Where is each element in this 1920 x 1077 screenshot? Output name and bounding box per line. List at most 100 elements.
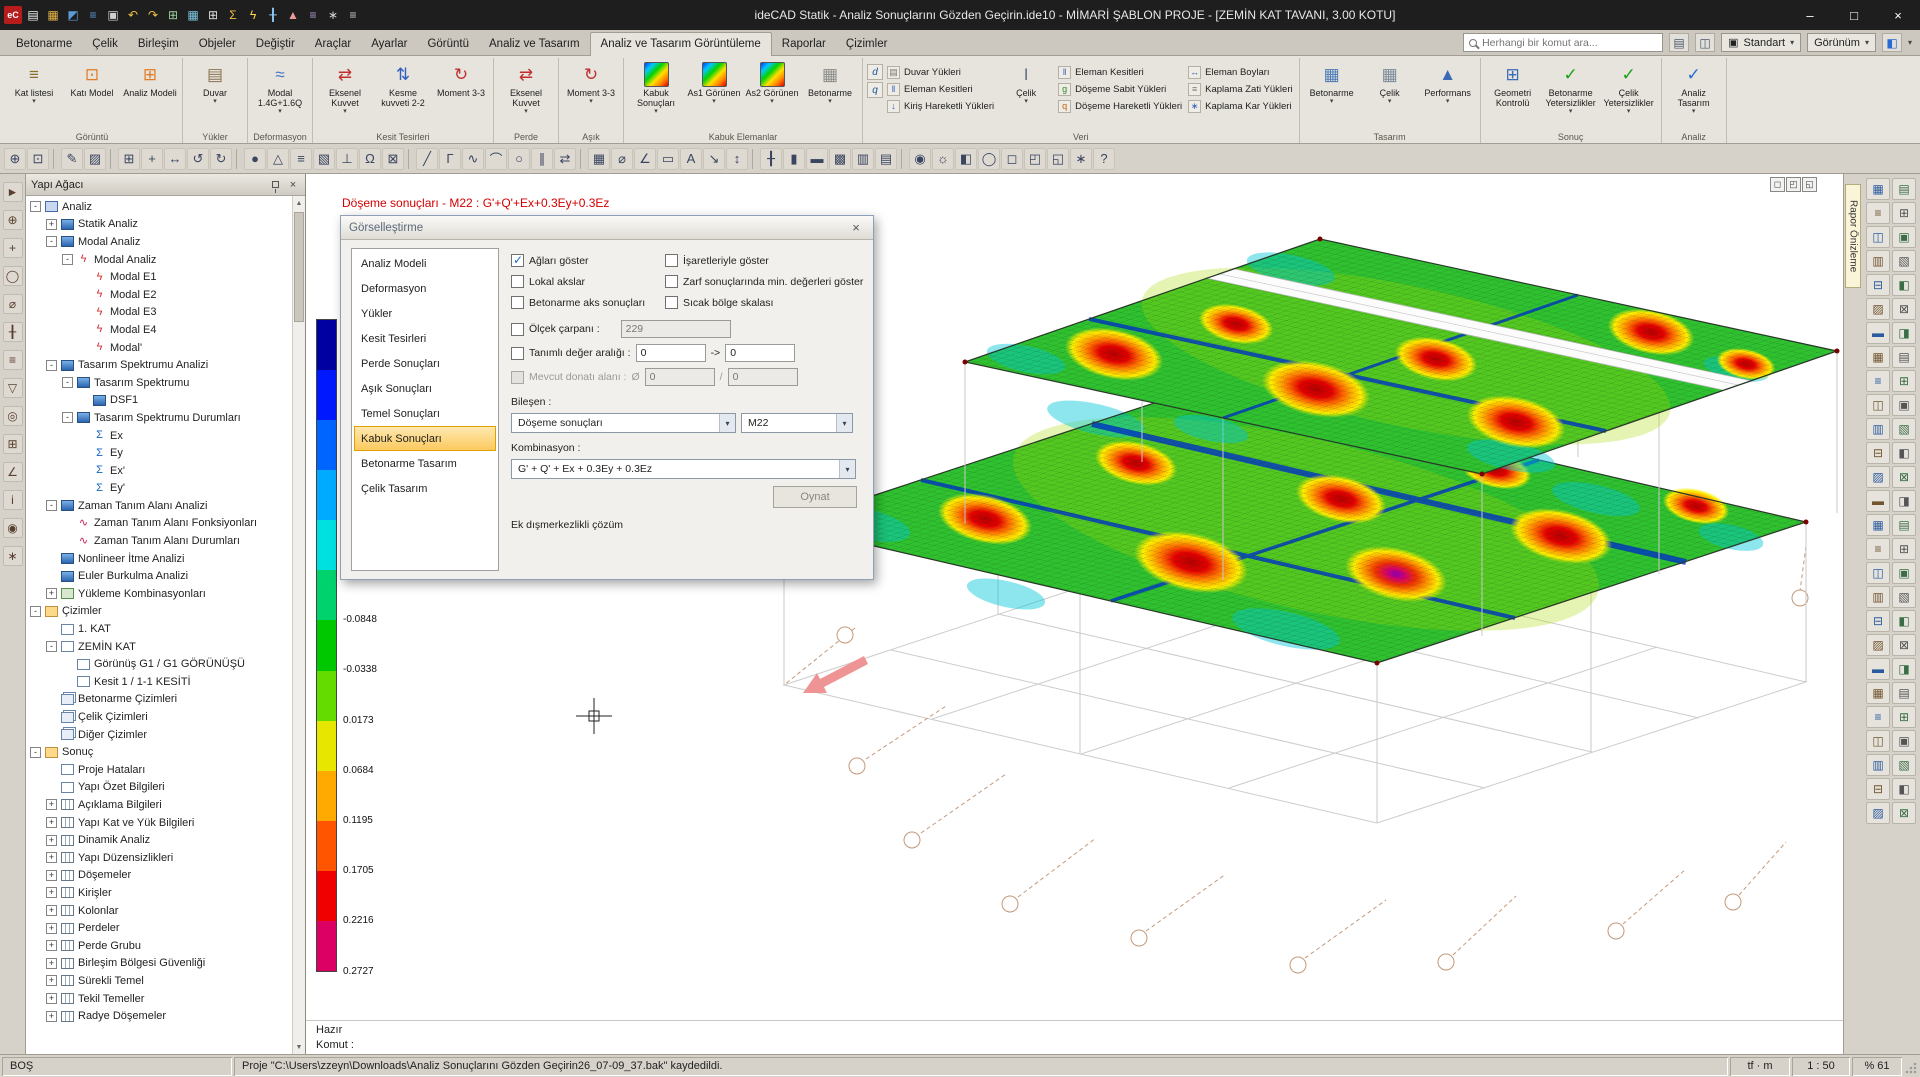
settings-icon[interactable]: ∗ [324,6,342,24]
ribbon-button-kat-listesi[interactable]: ≡Kat listesi▾ [6,59,62,105]
open-file-icon[interactable]: ▦ [44,6,62,24]
right-panel-icon-13[interactable]: ▬ [1866,322,1890,344]
right-panel-icon-8[interactable]: ▧ [1892,250,1916,272]
right-panel-icon-49[interactable]: ▥ [1866,754,1890,776]
data-item-duvar-y-kleri[interactable]: ▤Duvar Yükleri [887,64,994,80]
node-icon[interactable]: ● [244,148,266,170]
tab-objeler[interactable]: Objeler [189,33,246,55]
right-panel-icon-24[interactable]: ◧ [1892,442,1916,464]
tree-item-ey[interactable]: ΣEy' [26,480,305,498]
tree-item-modal-e1[interactable]: ϟModal E1 [26,268,305,286]
tree-item-tasar-m-spektrumu-analizi[interactable]: -Tasarım Spektrumu Analizi [26,356,305,374]
standart-select[interactable]: ▣ Standart ▾ [1721,33,1801,52]
tree-expander[interactable]: + [46,1011,57,1022]
checkbox-betonarme-aks-sonu-lar[interactable] [511,296,524,309]
grid-toggle-icon[interactable]: ⊞ [3,434,23,454]
leader-icon[interactable]: ↘ [703,148,725,170]
report-preview-tab[interactable]: Rapor Önizleme [1845,184,1861,288]
tree-item-a-klama-bilgileri[interactable]: +Açıklama Bilgileri [26,796,305,814]
area-icon[interactable]: ▭ [657,148,679,170]
dialog-list-item-betonarme-tasar-m[interactable]: Betonarme Tasarım [354,451,496,476]
right-panel-icon-36[interactable]: ▧ [1892,586,1916,608]
tab-de-i-tir[interactable]: Değiştir [246,33,305,55]
dialog-list-item-kesit-tesirleri[interactable]: Kesit Tesirleri [354,326,496,351]
refresh-icon[interactable]: ↻ [210,148,232,170]
tree-item-proje-hatalar[interactable]: Proje Hataları [26,761,305,779]
distributed-load-display-toggle[interactable]: q [867,82,883,98]
zoom-window-icon[interactable]: ⊡ [27,148,49,170]
app-logo-icon[interactable]: eC [4,6,22,24]
redo-icon[interactable]: ↷ [144,6,162,24]
light-icon[interactable]: ☼ [932,148,954,170]
ribbon-button-analiz-tasar-m[interactable]: ✓Analiz Tasarım▾ [1666,59,1722,115]
pointer-icon[interactable]: ► [3,182,23,202]
dimension-icon[interactable]: ↕ [726,148,748,170]
orbit-tool-icon[interactable]: ◯ [3,266,23,286]
tree-item-tasar-m-spektrumu[interactable]: -Tasarım Spektrumu [26,374,305,392]
tree-expander[interactable]: + [46,923,57,934]
bolt-icon[interactable]: ϟ [244,6,262,24]
tree-expander[interactable]: + [46,958,57,969]
tree-expander[interactable]: + [46,219,57,230]
tree-item-perde-grubu[interactable]: +Perde Grubu [26,937,305,955]
right-panel-icon-3[interactable]: ≡ [1866,202,1890,224]
right-panel-icon-44[interactable]: ▤ [1892,682,1916,704]
grid-icon[interactable]: ⊞ [118,148,140,170]
tree-item-yap-d-zensizlikleri[interactable]: +Yapı Düzensizlikleri [26,849,305,867]
data-item-eleman-boylar[interactable]: ↔Eleman Boyları [1188,64,1292,80]
right-panel-icon-29[interactable]: ▦ [1866,514,1890,536]
angle-icon[interactable]: ∠ [634,148,656,170]
tree-expander[interactable]: + [46,799,57,810]
tree-item-g-r-n-g1-g1-g-r-n[interactable]: Görünüş G1 / G1 GÖRÜNÜŞÜ [26,655,305,673]
polyline-icon[interactable]: ∿ [462,148,484,170]
tree-item-zaman-tan-m-alan-analizi[interactable]: -Zaman Tanım Alanı Analizi [26,497,305,515]
table-icon[interactable]: ▦ [184,6,202,24]
data-item-kaplama-zati-y-kleri[interactable]: ≡Kaplama Zati Yükleri [1188,81,1292,97]
top-view-icon[interactable]: ◰ [1024,148,1046,170]
scroll-down-icon[interactable]: ▼ [293,1040,305,1054]
perpendicular-icon[interactable]: ⊥ [336,148,358,170]
tree-item-s-rekli-temel[interactable]: +Sürekli Temel [26,972,305,990]
print-icon[interactable]: ▤ [1669,33,1689,52]
ribbon-button-geometri-kontrol[interactable]: ⊞Geometri Kontrolü [1485,59,1541,108]
layout-icon[interactable]: ◫ [1695,33,1715,52]
theme-icon[interactable]: ◧ [1882,33,1902,52]
scroll-thumb[interactable] [294,212,304,322]
tree-item-zaman-tan-m-alan-durumlar[interactable]: ∿Zaman Tanım Alanı Durumları [26,532,305,550]
tree-item-dinamik-analiz[interactable]: +Dinamik Analiz [26,831,305,849]
tree-expander[interactable]: + [46,993,57,1004]
tree-expander[interactable]: - [30,747,41,758]
tree-item-analiz[interactable]: -Analiz [26,198,305,216]
measure-icon[interactable]: ⌀ [611,148,633,170]
ribbon-button-eksenel-kuvvet[interactable]: ⇄Eksenel Kuvvet▾ [317,59,373,115]
right-panel-icon-17[interactable]: ≡ [1866,370,1890,392]
offset-icon[interactable]: ∥ [531,148,553,170]
ribbon-button-moment-3-3[interactable]: ↻Moment 3-3▾ [563,59,619,105]
right-panel-icon-45[interactable]: ≡ [1866,706,1890,728]
rotate-icon[interactable]: ↺ [187,148,209,170]
tab-analiz-ve-tasar-m[interactable]: Analiz ve Tasarım [479,33,590,55]
tree-item-euler-burkulma-analizi[interactable]: Euler Burkulma Analizi [26,567,305,585]
tree-expander[interactable]: + [46,852,57,863]
ribbon-button-elik[interactable]: IÇelik▾ [998,59,1054,105]
right-panel-icon-11[interactable]: ▨ [1866,298,1890,320]
layers-icon[interactable]: ≡ [290,148,312,170]
right-panel-icon-43[interactable]: ▦ [1866,682,1890,704]
tree-item-birle-im-b-lgesi-g-venli-i[interactable]: +Birleşim Bölgesi Güvenliği [26,955,305,973]
play-button[interactable]: Oynat [773,486,857,508]
data-item-kiri-hareketli-y-kleri[interactable]: ↓Kiriş Hareketli Yükleri [887,98,994,114]
scale-factor-checkbox[interactable] [511,323,524,336]
tree-expander[interactable]: + [46,835,57,846]
tree-expander[interactable]: - [46,641,57,652]
text-icon[interactable]: A [680,148,702,170]
tree-item-sonu[interactable]: -Sonuç [26,743,305,761]
dialog-list-item-deformasyon[interactable]: Deformasyon [354,276,496,301]
tree-scrollbar[interactable]: ▲ ▼ [292,196,305,1054]
value-range-checkbox[interactable] [511,347,524,360]
data-item-eleman-kesitleri[interactable]: ‖Eleman Kesitleri [1058,64,1182,80]
dialog-list-item-analiz-modeli[interactable]: Analiz Modeli [354,251,496,276]
tree-item-izimler[interactable]: -Çizimler [26,603,305,621]
right-panel-icon-10[interactable]: ◧ [1892,274,1916,296]
tree-expander[interactable]: - [62,412,73,423]
array-icon[interactable]: ▦ [588,148,610,170]
